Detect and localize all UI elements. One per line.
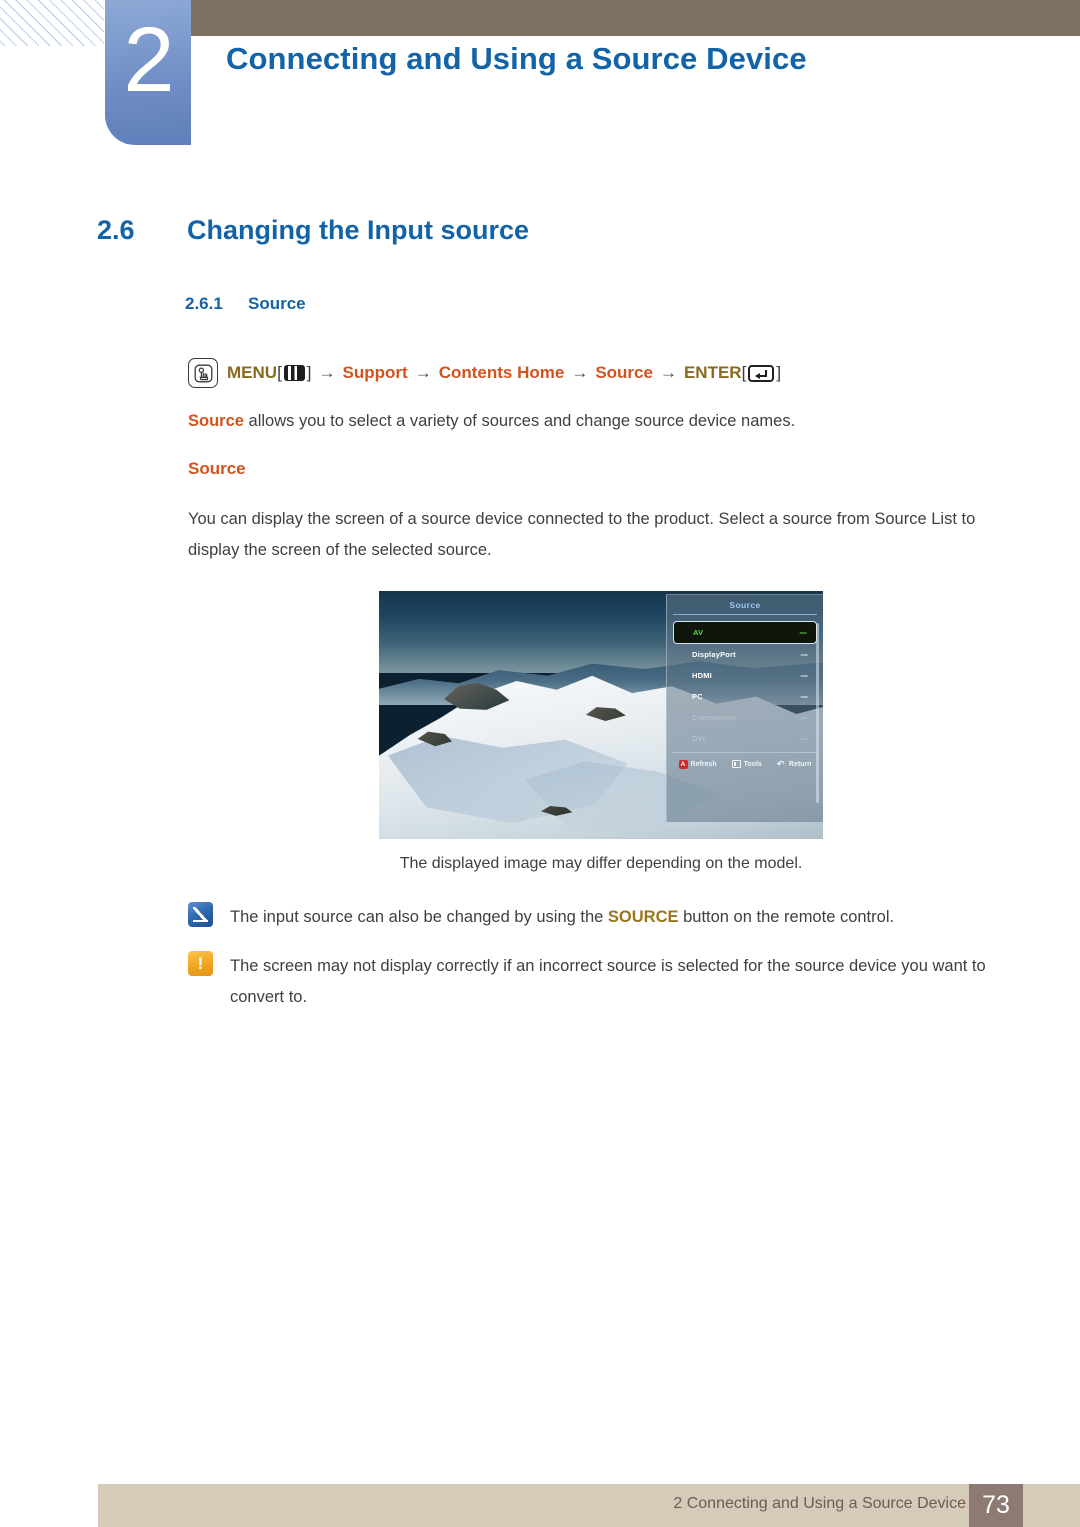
osd-item-label: DVI xyxy=(692,734,706,743)
page-header: 2 Connecting and Using a Source Device xyxy=(0,0,1080,150)
path-arrow-1: → xyxy=(318,363,336,382)
osd-source-list: AV ---- DisplayPort ---- HDMI ---- PC --… xyxy=(667,615,823,803)
osd-refresh-label: Refresh xyxy=(690,760,717,768)
footer-chapter-label: 2 Connecting and Using a Source Device xyxy=(673,1495,966,1512)
chapter-number: 2 xyxy=(123,9,174,111)
path-step-contents-home: Contents Home xyxy=(438,363,565,382)
osd-refresh-action[interactable]: A Refresh xyxy=(678,759,717,769)
header-brown-bar xyxy=(191,0,1080,36)
osd-item-label: DisplayPort xyxy=(692,650,736,659)
decorative-hatch-pattern xyxy=(0,0,104,46)
figure-caption: The displayed image may differ depending… xyxy=(399,855,803,872)
note-info-text-after: button on the remote control. xyxy=(678,908,895,926)
osd-footer-bar: A Refresh Tools ↶ Return xyxy=(667,753,823,775)
osd-item-value: ---- xyxy=(800,671,808,680)
note-info-highlight: SOURCE xyxy=(607,908,679,926)
note-caution-text: The screen may not display correctly if … xyxy=(230,957,986,1006)
osd-item-value: ---- xyxy=(799,628,807,637)
enter-return-icon xyxy=(748,364,775,382)
osd-item-component: Component ---- xyxy=(673,707,817,728)
osd-return-label: Return xyxy=(788,760,812,768)
lead-paragraph: Source allows you to select a variety of… xyxy=(188,406,795,437)
subsection-heading: 2.6.1 Source xyxy=(185,294,306,314)
lead-rest: allows you to select a variety of source… xyxy=(243,412,796,430)
osd-item-label: Component xyxy=(692,713,736,722)
osd-item-label: HDMI xyxy=(692,671,712,680)
osd-item-value: ---- xyxy=(800,713,808,722)
menu-navigation-path: MENU [ ] → Support → Contents Home → Sou… xyxy=(188,358,781,388)
note-info-text: The input source can also be changed by … xyxy=(230,902,894,933)
osd-return-action[interactable]: ↶ Return xyxy=(776,758,812,769)
osd-scrollbar[interactable] xyxy=(816,623,819,803)
bracket-open-1: [ xyxy=(277,363,282,382)
section-heading: 2.6 Changing the Input source xyxy=(97,215,529,246)
path-arrow-2: → xyxy=(414,363,432,382)
return-icon: ↶ xyxy=(776,758,785,769)
menu-grid-icon xyxy=(283,365,305,381)
note-pen-icon xyxy=(188,902,213,927)
hand-press-icon xyxy=(188,358,218,388)
note-caution: ! The screen may not display correctly i… xyxy=(188,951,1018,1013)
osd-item-displayport[interactable]: DisplayPort ---- xyxy=(673,644,817,665)
bracket-close-1: ] xyxy=(306,363,312,382)
osd-item-label: PC xyxy=(692,692,703,701)
path-arrow-3: → xyxy=(571,363,589,382)
path-step-support: Support xyxy=(342,363,408,382)
osd-item-value: ---- xyxy=(800,692,808,701)
body-sub-heading: Source xyxy=(188,459,246,478)
subsection-number: 2.6.1 xyxy=(185,294,223,313)
tools-icon xyxy=(731,760,741,768)
caution-exclamation-icon: ! xyxy=(188,951,213,976)
osd-tools-label: Tools xyxy=(743,760,762,768)
bracket-open-2: [ xyxy=(741,363,747,382)
osd-title: Source xyxy=(729,600,761,610)
osd-item-value: ---- xyxy=(800,650,808,659)
chapter-title: Connecting and Using a Source Device xyxy=(226,41,807,76)
path-step-source: Source xyxy=(595,363,653,382)
lead-keyword: Source xyxy=(188,412,244,430)
section-title: Changing the Input source xyxy=(187,215,529,245)
source-osd-panel: Source AV ---- DisplayPort ---- HDMI ---… xyxy=(666,594,823,822)
osd-tools-action[interactable]: Tools xyxy=(731,760,762,768)
note-info-text-before: The input source can also be changed by … xyxy=(230,908,608,926)
osd-item-hdmi[interactable]: HDMI ---- xyxy=(673,665,817,686)
osd-item-value: ---- xyxy=(800,734,808,743)
note-info: The input source can also be changed by … xyxy=(188,902,1018,933)
bracket-close-2: ] xyxy=(776,363,782,382)
section-number: 2.6 xyxy=(97,215,135,245)
path-arrow-4: → xyxy=(659,363,677,382)
osd-item-pc[interactable]: PC ---- xyxy=(673,686,817,707)
description-paragraph: You can display the screen of a source d… xyxy=(188,510,976,559)
menu-label: MENU xyxy=(227,363,278,382)
chapter-tab: 2 xyxy=(105,0,191,145)
page-number: 73 xyxy=(969,1484,1023,1527)
a-button-icon: A xyxy=(678,759,688,769)
enter-label: ENTER xyxy=(683,363,742,382)
subsection-title: Source xyxy=(248,294,306,313)
product-screenshot-figure: Source AV ---- DisplayPort ---- HDMI ---… xyxy=(379,591,823,839)
osd-item-av[interactable]: AV ---- xyxy=(673,621,817,644)
osd-item-label: AV xyxy=(693,628,704,637)
osd-item-dvi: DVI ---- xyxy=(673,728,817,749)
